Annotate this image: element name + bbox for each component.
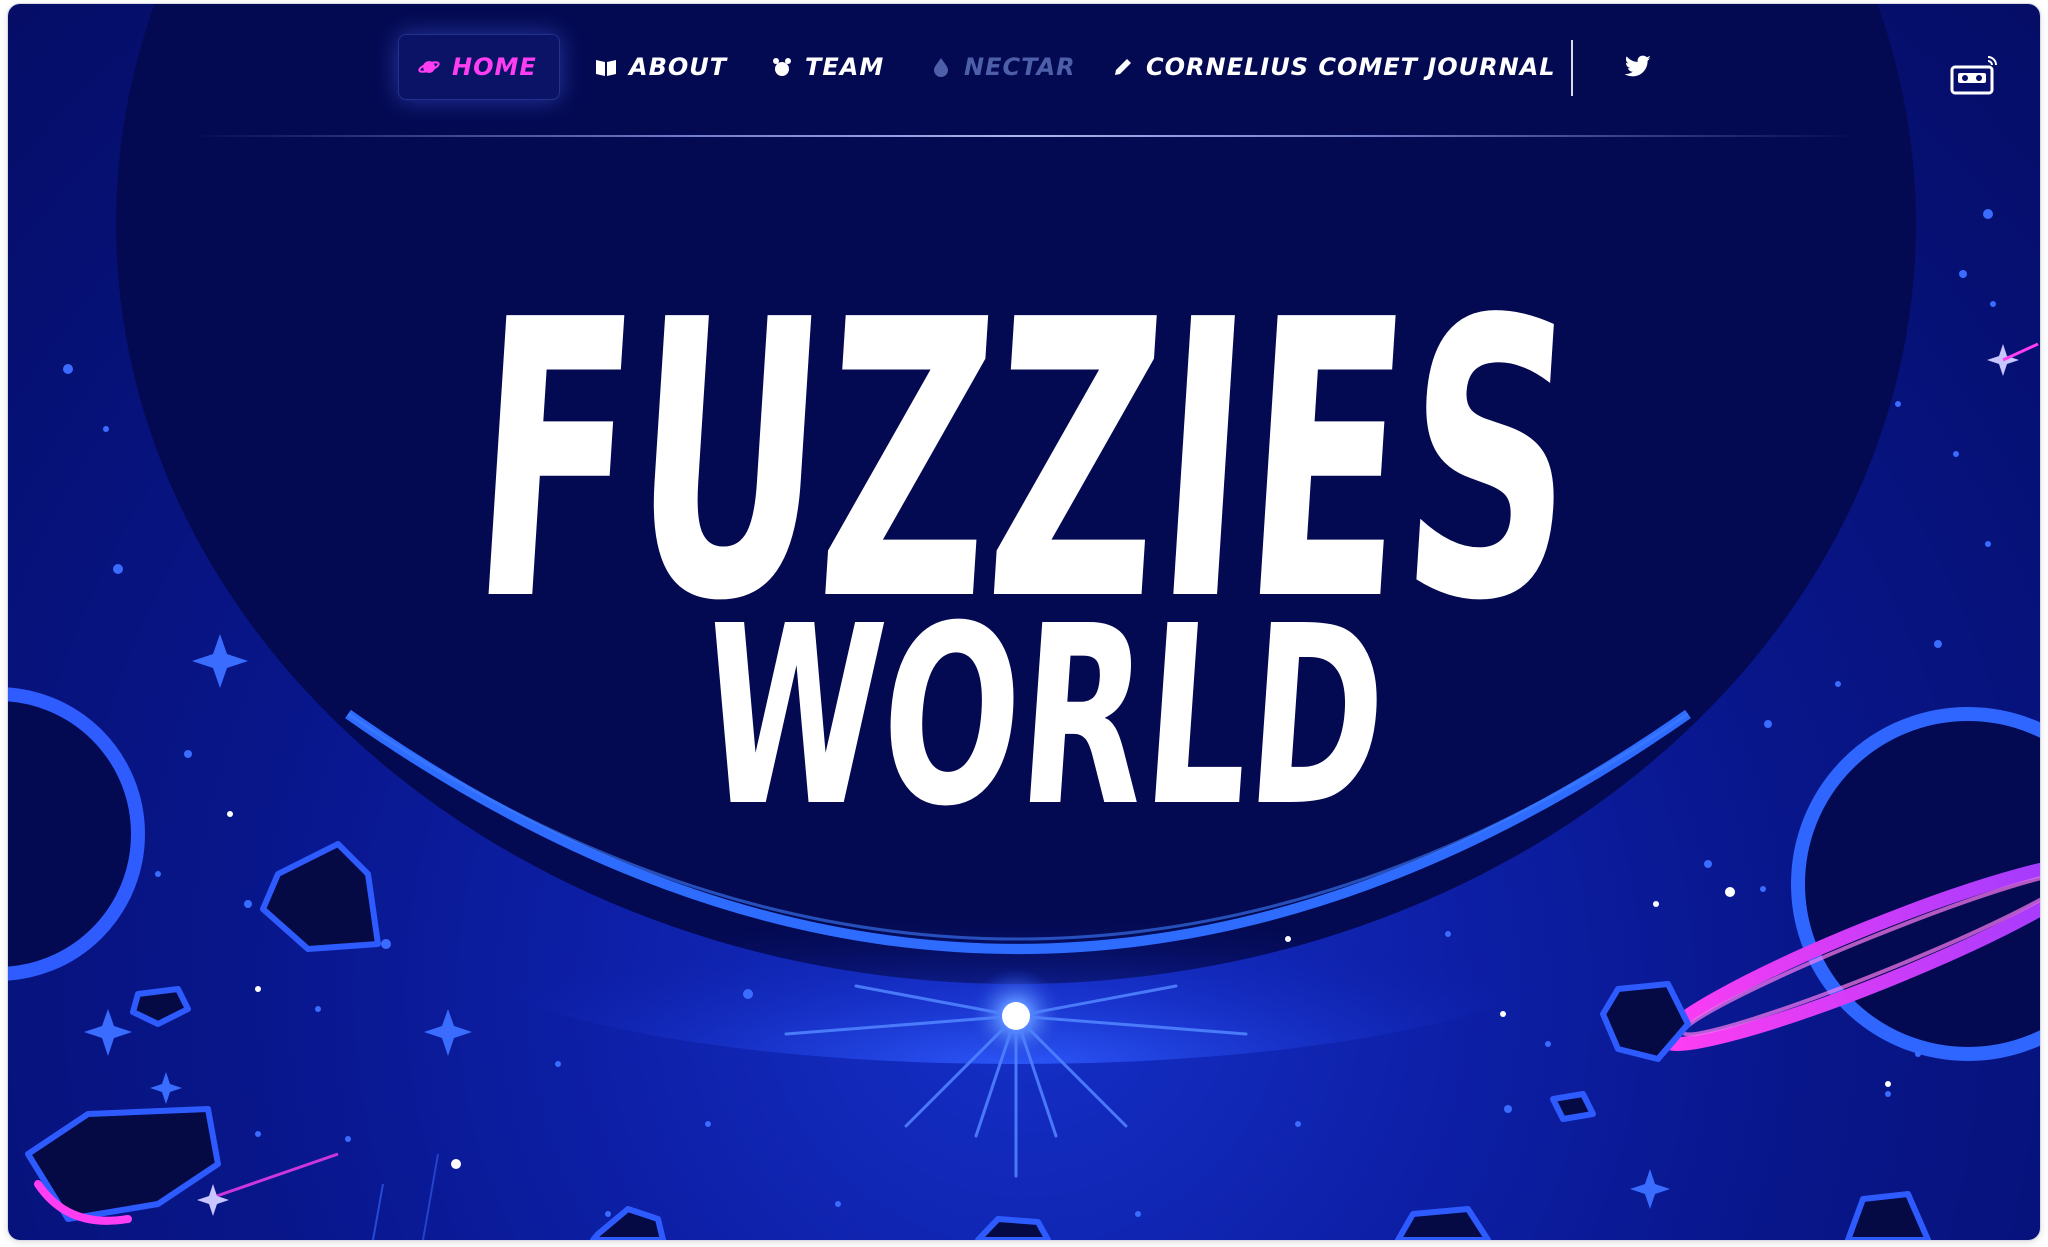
- nav-item-home[interactable]: HOME: [398, 34, 560, 100]
- nav-underline: [188, 135, 1860, 137]
- book-icon: [595, 56, 617, 78]
- nav-divider: [1571, 40, 1573, 96]
- right-planet: [1657, 707, 2040, 1061]
- bear-icon: [771, 56, 793, 78]
- nav-item-label: HOME: [452, 53, 537, 81]
- left-planet: [8, 687, 145, 981]
- nav-item-label: NECTAR: [964, 53, 1076, 81]
- twitter-link[interactable]: [1624, 34, 1652, 100]
- droplet-icon: [930, 56, 952, 78]
- nav-item-team[interactable]: TEAM: [771, 34, 884, 100]
- nav-item-label: CORNELIUS COMET JOURNAL: [1146, 53, 1556, 81]
- top-nav: HOME ABOUT TEAM NECTAR CORNELIUS COMET J: [8, 4, 2040, 134]
- cassette-radio-button[interactable]: [1948, 42, 2000, 108]
- nav-item-label: TEAM: [805, 53, 885, 81]
- nav-item-nectar[interactable]: NECTAR: [930, 34, 1076, 100]
- pencil-icon: [1112, 56, 1134, 78]
- planet-icon: [418, 56, 440, 78]
- nav-item-journal[interactable]: CORNELIUS COMET JOURNAL: [1112, 34, 1556, 100]
- twitter-icon: [1624, 53, 1652, 81]
- page-frame: FUZZIES WORLD HOME ABOUT TEAM NECTAR COR…: [8, 4, 2040, 1240]
- nav-item-about[interactable]: ABOUT: [595, 34, 727, 100]
- nav-item-label: ABOUT: [629, 53, 728, 81]
- cassette-radio-icon: [1948, 53, 2000, 97]
- space-background: [8, 4, 2040, 1240]
